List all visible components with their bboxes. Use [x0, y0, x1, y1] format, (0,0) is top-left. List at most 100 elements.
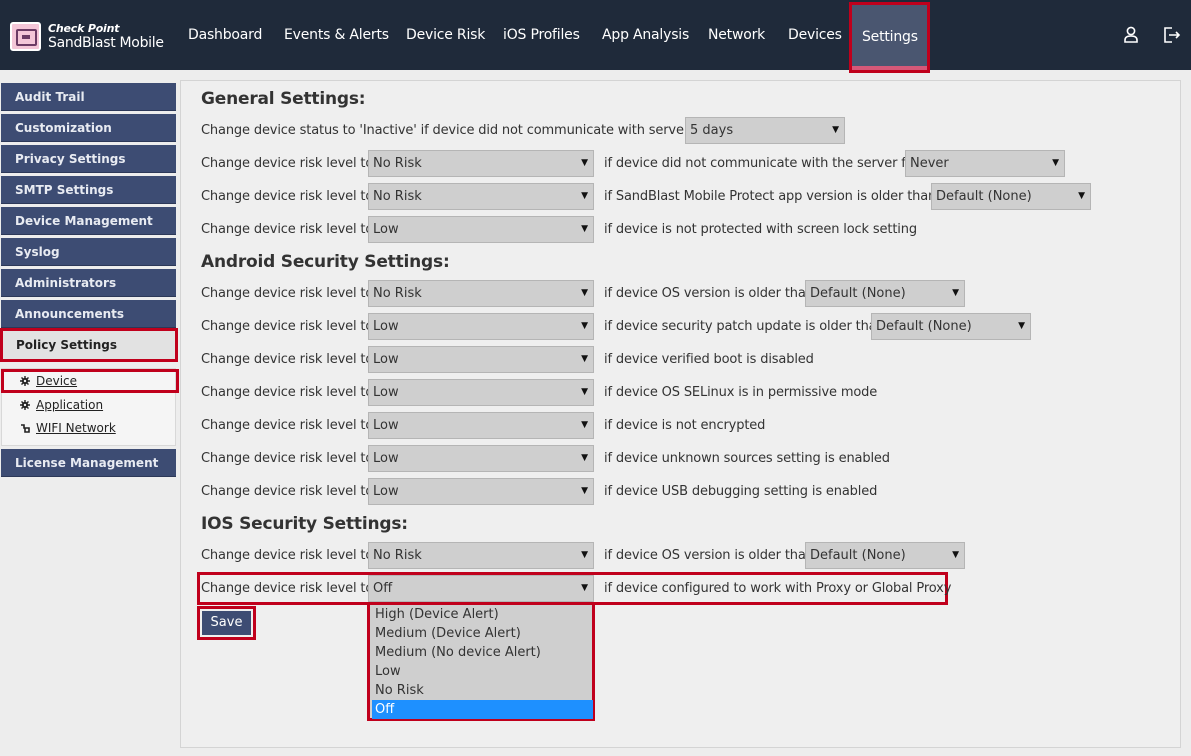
condition-encryption: if device is not encrypted	[604, 418, 766, 433]
risk-level-label: Change device risk level to:	[201, 581, 378, 596]
sub-item-device[interactable]: Device	[1, 369, 179, 393]
dropdown-option-medium-alert[interactable]: Medium (Device Alert)	[372, 624, 593, 643]
chevron-down-icon: ▼	[581, 583, 588, 593]
chevron-down-icon: ▼	[581, 420, 588, 430]
sidebar-item-syslog[interactable]: Syslog	[1, 238, 176, 266]
risk-level-select-no-communication[interactable]: No Risk ▼	[368, 150, 594, 177]
save-button[interactable]: Save	[202, 611, 251, 635]
risk-level-label: Change device risk level to:	[201, 352, 378, 367]
app-version-select[interactable]: Default (None) ▼	[931, 183, 1091, 210]
condition-verified-boot: if device verified boot is disabled	[604, 352, 814, 367]
sub-item-wifi-network-label: WIFI Network	[36, 421, 116, 435]
nav-devices[interactable]: Devices	[788, 0, 842, 70]
inactive-period-select[interactable]: 5 days ▼	[685, 117, 845, 144]
sub-item-application[interactable]: Application	[2, 394, 177, 416]
condition-screen-lock: if device is not protected with screen l…	[604, 222, 917, 237]
user-icon[interactable]	[1121, 25, 1141, 45]
settings-content-panel	[180, 80, 1181, 748]
logout-icon[interactable]	[1162, 25, 1182, 45]
risk-level-select-encryption[interactable]: Low ▼	[368, 412, 594, 439]
risk-level-label: Change device risk level to:	[201, 286, 378, 301]
chevron-down-icon: ▼	[952, 550, 959, 560]
chevron-down-icon: ▼	[1052, 158, 1059, 168]
chevron-down-icon: ▼	[581, 321, 588, 331]
wifi-icon	[20, 423, 30, 433]
general-settings-title: General Settings:	[201, 89, 366, 109]
chevron-down-icon: ▼	[1018, 321, 1025, 331]
chevron-down-icon: ▼	[581, 158, 588, 168]
nav-ios-profiles[interactable]: iOS Profiles	[503, 0, 580, 70]
dropdown-option-medium-no-alert[interactable]: Medium (No device Alert)	[372, 643, 593, 662]
risk-level-label: Change device risk level to:	[201, 319, 378, 334]
risk-level-select-proxy[interactable]: Off ▼	[368, 575, 594, 602]
security-patch-select[interactable]: Default (None) ▼	[871, 313, 1031, 340]
risk-level-label: Change device risk level to:	[201, 222, 378, 237]
sidebar-item-device-management[interactable]: Device Management	[1, 207, 176, 235]
condition-android-os: if device OS version is older than	[604, 286, 814, 301]
ios-os-version-select[interactable]: Default (None) ▼	[805, 542, 965, 569]
condition-unknown-sources: if device unknown sources setting is ena…	[604, 451, 890, 466]
risk-level-select-screen-lock[interactable]: Low ▼	[368, 216, 594, 243]
risk-level-select-security-patch[interactable]: Low ▼	[368, 313, 594, 340]
risk-level-select-ios-os[interactable]: No Risk ▼	[368, 542, 594, 569]
risk-level-select-usb-debugging[interactable]: Low ▼	[368, 478, 594, 505]
condition-security-patch: if device security patch update is older…	[604, 319, 885, 334]
sandblast-logo-icon	[10, 21, 41, 51]
risk-level-select-selinux[interactable]: Low ▼	[368, 379, 594, 406]
nav-dashboard[interactable]: Dashboard	[188, 0, 262, 70]
risk-level-label: Change device risk level to:	[201, 156, 378, 171]
nav-events-alerts[interactable]: Events & Alerts	[284, 0, 389, 70]
sidebar-item-administrators[interactable]: Administrators	[1, 269, 176, 297]
dropdown-option-no-risk[interactable]: No Risk	[372, 681, 593, 700]
risk-level-label: Change device risk level to:	[201, 385, 378, 400]
chevron-down-icon: ▼	[581, 354, 588, 364]
gear-icon	[20, 400, 30, 410]
chevron-down-icon: ▼	[581, 288, 588, 298]
risk-level-select-unknown-sources[interactable]: Low ▼	[368, 445, 594, 472]
android-settings-title: Android Security Settings:	[201, 252, 450, 272]
sidebar-item-privacy-settings[interactable]: Privacy Settings	[1, 145, 176, 173]
inactive-status-label: Change device status to 'Inactive' if de…	[201, 123, 715, 138]
sidebar-item-smtp-settings[interactable]: SMTP Settings	[1, 176, 176, 204]
risk-level-label: Change device risk level to:	[201, 189, 378, 204]
risk-level-select-verified-boot[interactable]: Low ▼	[368, 346, 594, 373]
dropdown-option-low[interactable]: Low	[372, 662, 593, 681]
dropdown-option-off[interactable]: Off	[372, 700, 593, 719]
chevron-down-icon: ▼	[581, 486, 588, 496]
no-communication-period-select[interactable]: Never ▼	[905, 150, 1065, 177]
condition-ios-os: if device OS version is older than	[604, 548, 814, 563]
condition-usb-debugging: if device USB debugging setting is enabl…	[604, 484, 878, 499]
nav-app-analysis[interactable]: App Analysis	[602, 0, 689, 70]
sidebar-item-policy-settings[interactable]: Policy Settings	[0, 328, 178, 362]
condition-selinux: if device OS SELinux is in permissive mo…	[604, 385, 878, 400]
risk-level-label: Change device risk level to:	[201, 451, 378, 466]
chevron-down-icon: ▼	[581, 387, 588, 397]
nav-settings[interactable]: Settings	[849, 2, 930, 73]
risk-level-select-app-version[interactable]: No Risk ▼	[368, 183, 594, 210]
brand-product: SandBlast Mobile	[48, 34, 164, 51]
dropdown-option-high[interactable]: High (Device Alert)	[372, 605, 593, 624]
risk-level-select-android-os[interactable]: No Risk ▼	[368, 280, 594, 307]
risk-level-dropdown-list: High (Device Alert) Medium (Device Alert…	[367, 602, 595, 721]
nav-device-risk[interactable]: Device Risk	[406, 0, 485, 70]
chevron-down-icon: ▼	[581, 191, 588, 201]
sidebar-item-announcements[interactable]: Announcements	[1, 300, 176, 328]
sidebar-item-audit-trail[interactable]: Audit Trail	[1, 83, 176, 111]
sub-item-wifi-network[interactable]: WIFI Network	[2, 417, 177, 439]
chevron-down-icon: ▼	[581, 453, 588, 463]
condition-no-communication: if device did not communicate with the s…	[604, 156, 919, 171]
chevron-down-icon: ▼	[581, 550, 588, 560]
chevron-down-icon: ▼	[581, 224, 588, 234]
save-button-highlight: Save	[197, 606, 256, 640]
top-navigation-bar: Check Point SandBlast Mobile Dashboard E…	[0, 0, 1191, 73]
sidebar-item-license-management[interactable]: License Management	[1, 449, 176, 477]
android-os-version-select[interactable]: Default (None) ▼	[805, 280, 965, 307]
nav-network[interactable]: Network	[708, 0, 765, 70]
chevron-down-icon: ▼	[832, 125, 839, 135]
gear-icon	[20, 376, 30, 386]
brand-logo-area[interactable]: Check Point SandBlast Mobile	[10, 21, 164, 51]
risk-level-label: Change device risk level to:	[201, 484, 378, 499]
condition-proxy: if device configured to work with Proxy …	[604, 581, 952, 596]
sub-item-application-label: Application	[36, 398, 104, 412]
sidebar-item-customization[interactable]: Customization	[1, 114, 176, 142]
